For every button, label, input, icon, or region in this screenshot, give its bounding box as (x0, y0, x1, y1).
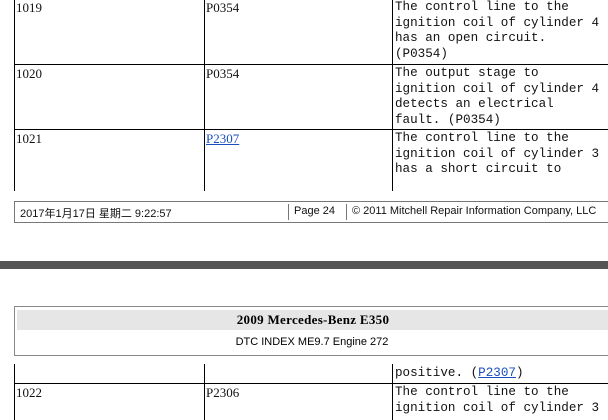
table-column-divider (392, 0, 393, 191)
page-subtitle: DTC INDEX ME9.7 Engine 272 (235, 336, 389, 348)
page-title: 2009 Mercedes-Benz E350 (236, 312, 390, 327)
footer-copyright: © 2011 Mitchell Repair Information Compa… (352, 205, 597, 217)
code-cell: 1021 (16, 131, 42, 146)
footer-separator (346, 204, 347, 220)
footer-separator (288, 204, 289, 220)
table-row-divider (14, 129, 608, 130)
title-bar: 2009 Mercedes-Benz E350 (17, 310, 608, 330)
code-cell: 1020 (16, 66, 42, 81)
dtc-cell: P0354 (206, 66, 240, 81)
dtc-link[interactable]: P2307 (478, 366, 516, 380)
description-cell: The control line to the ignition coil of… (395, 131, 600, 177)
table-column-divider (392, 364, 393, 420)
description-cell: The control line to the ignition coil of… (395, 0, 600, 61)
table-border-left (14, 0, 15, 191)
page-break-band (0, 261, 608, 269)
footer-date: 2017年1月17日 星期二 9:22:57 (20, 208, 172, 220)
table-row-divider (14, 64, 608, 65)
description-cell: The output stage to ignition coil of cyl… (395, 66, 600, 127)
page-footer: 2017年1月17日 星期二 9:22:57 Page 24 © 2011 Mi… (14, 201, 608, 223)
dtc-cell: P2306 (206, 385, 240, 400)
table-border-left (14, 364, 15, 420)
dtc-link[interactable]: P2307 (206, 131, 239, 147)
dtc-cell: P0354 (206, 0, 240, 15)
code-cell: 1019 (16, 0, 42, 15)
table-row-divider (14, 383, 608, 384)
page-header: 2009 Mercedes-Benz E350 DTC INDEX ME9.7 … (14, 306, 608, 356)
table-column-divider (204, 0, 205, 191)
table-column-divider (204, 364, 205, 420)
description-cell: The control line to the ignition coil of… (395, 385, 600, 415)
continued-description: positive. (P2307) (395, 366, 524, 380)
footer-page-number: Page 24 (294, 205, 335, 217)
code-cell: 1022 (16, 385, 42, 400)
